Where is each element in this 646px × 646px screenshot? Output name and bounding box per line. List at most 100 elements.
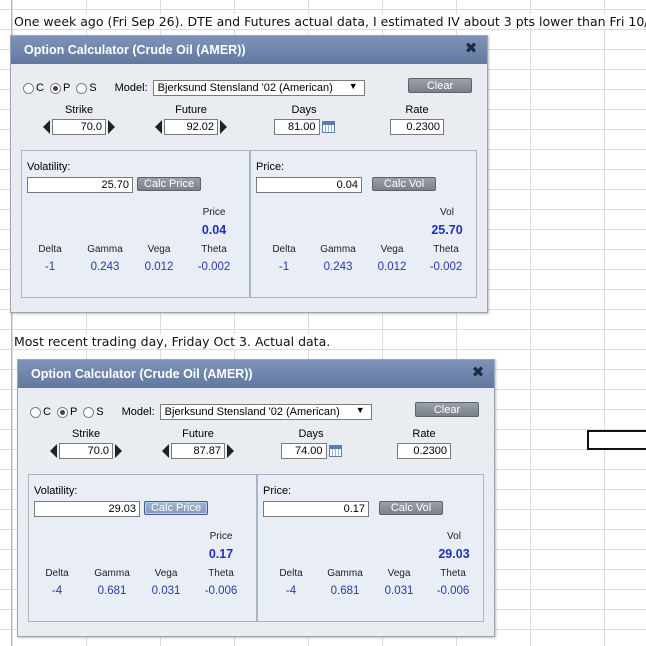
calendar-icon[interactable] <box>321 121 335 134</box>
clear-button[interactable]: Clear <box>415 402 479 417</box>
strike-group: Strike 70.0 <box>39 104 119 135</box>
right-vega-heading: Vega <box>387 568 411 579</box>
chevron-down-icon: ▼ <box>355 405 365 415</box>
volatility-panel: Volatility: 25.70 Calc Price Price 0.04 … <box>21 150 250 298</box>
option-type-row: C P S Model: Bjerksund Stensland '02 (Am… <box>23 78 477 98</box>
price-panel: Price: 0.04 Calc Vol Vol 25.70 Delta Gam… <box>250 150 477 298</box>
left-vega-heading: Vega <box>154 568 178 579</box>
days-label: Days <box>298 428 324 440</box>
left-delta-value: -4 <box>51 585 63 597</box>
rate-group: Rate 0.2300 <box>389 104 445 135</box>
strike-decrement-icon[interactable] <box>50 444 57 459</box>
volatility-panel: Volatility: 29.03 Calc Price Price 0.17 … <box>28 474 257 622</box>
radio-put-label: P <box>62 82 71 94</box>
radio-call-label: C <box>43 406 51 418</box>
calc-vol-button[interactable]: Calc Vol <box>379 501 443 515</box>
strike-input[interactable]: 70.0 <box>52 119 106 135</box>
selected-cell[interactable] <box>587 430 646 450</box>
rate-input[interactable]: 0.2300 <box>397 443 451 459</box>
calc-price-button[interactable]: Calc Price <box>137 177 201 191</box>
rate-group: Rate 0.2300 <box>396 428 452 459</box>
strike-group: Strike 70.0 <box>46 428 126 459</box>
radio-straddle[interactable] <box>83 406 95 418</box>
rate-label: Rate <box>412 428 436 440</box>
strike-increment-icon[interactable] <box>115 444 122 459</box>
radio-put[interactable] <box>49 82 61 94</box>
model-select[interactable]: Bjerksund Stensland '02 (American) ▼ <box>159 404 372 420</box>
radio-straddle-label: S <box>89 82 97 94</box>
model-select-value: Bjerksund Stensland '02 (American) <box>157 82 333 94</box>
option-calculator-dialog-sep26[interactable]: Option Calculator (Crude Oil (AMER)) ✖ C… <box>10 35 488 313</box>
model-label: Model: <box>114 82 148 94</box>
rate-input[interactable]: 0.2300 <box>390 119 444 135</box>
radio-straddle[interactable] <box>76 82 88 94</box>
future-decrement-icon[interactable] <box>155 120 162 135</box>
right-theta-value: -0.006 <box>436 585 470 597</box>
volatility-input[interactable]: 25.70 <box>27 177 133 193</box>
calendar-icon[interactable] <box>328 445 342 458</box>
left-gamma-value: 0.243 <box>90 261 120 273</box>
result-price-value: 0.17 <box>208 547 234 561</box>
model-label: Model: <box>121 406 155 418</box>
volatility-label: Volatility: <box>27 161 71 173</box>
model-select-value: Bjerksund Stensland '02 (American) <box>164 406 340 418</box>
price-label: Price: <box>263 485 292 497</box>
radio-call[interactable] <box>23 82 34 94</box>
left-gamma-value: 0.681 <box>97 585 127 597</box>
days-input[interactable]: 74.00 <box>280 443 327 459</box>
future-increment-icon[interactable] <box>220 120 227 135</box>
price-input[interactable]: 0.04 <box>256 177 362 193</box>
future-decrement-icon[interactable] <box>162 444 169 459</box>
calc-vol-button[interactable]: Calc Vol <box>372 177 436 191</box>
left-vega-heading: Vega <box>147 244 171 255</box>
rate-label: Rate <box>405 104 429 116</box>
option-type-row: C P S Model: Bjerksund Stensland '02 (Am… <box>30 402 484 422</box>
left-vega-value: 0.012 <box>144 261 174 273</box>
right-vega-heading: Vega <box>380 244 404 255</box>
future-input[interactable]: 92.02 <box>164 119 218 135</box>
left-gamma-heading: Gamma <box>94 568 130 579</box>
radio-straddle-label: S <box>96 406 104 418</box>
parameters-row: Strike 70.0 Future 87.87 Days 74.00 Rate… <box>18 428 494 468</box>
future-input[interactable]: 87.87 <box>171 443 225 459</box>
right-delta-heading: Delta <box>279 568 303 579</box>
volatility-label: Volatility: <box>34 485 78 497</box>
left-gamma-heading: Gamma <box>87 244 123 255</box>
price-input[interactable]: 0.17 <box>263 501 369 517</box>
right-gamma-heading: Gamma <box>327 568 363 579</box>
future-increment-icon[interactable] <box>227 444 234 459</box>
strike-input[interactable]: 70.0 <box>59 443 113 459</box>
price-label: Price: <box>256 161 285 173</box>
future-group: Future 92.02 <box>151 104 231 135</box>
right-gamma-heading: Gamma <box>320 244 356 255</box>
right-gamma-value: 0.243 <box>323 261 353 273</box>
left-delta-heading: Delta <box>45 568 69 579</box>
days-input[interactable]: 81.00 <box>273 119 320 135</box>
note-one-week-ago: One week ago (Fri Sep 26). DTE and Futur… <box>14 14 646 29</box>
clear-button[interactable]: Clear <box>408 78 472 93</box>
radio-call[interactable] <box>30 406 41 418</box>
calc-price-button[interactable]: Calc Price <box>144 501 208 515</box>
right-delta-value: -1 <box>278 261 290 273</box>
parameters-row: Strike 70.0 Future 92.02 Days 81.00 Rate… <box>11 104 487 144</box>
radio-put[interactable] <box>56 406 68 418</box>
days-group: Days 74.00 <box>274 428 348 459</box>
left-vega-value: 0.031 <box>151 585 181 597</box>
strike-increment-icon[interactable] <box>108 120 115 135</box>
note-most-recent: Most recent trading day, Friday Oct 3. A… <box>14 334 335 349</box>
left-theta-heading: Theta <box>208 568 234 579</box>
result-vol-heading: Vol <box>440 207 454 218</box>
strike-decrement-icon[interactable] <box>43 120 50 135</box>
result-vol-heading: Vol <box>447 531 461 542</box>
close-icon[interactable]: ✖ <box>471 365 485 380</box>
strike-label: Strike <box>71 428 101 440</box>
close-icon[interactable]: ✖ <box>464 41 478 56</box>
right-delta-heading: Delta <box>272 244 296 255</box>
dialog-titlebar[interactable]: Option Calculator (Crude Oil (AMER)) ✖ <box>18 360 494 388</box>
left-theta-value: -0.006 <box>204 585 238 597</box>
right-gamma-value: 0.681 <box>330 585 360 597</box>
model-select[interactable]: Bjerksund Stensland '02 (American) ▼ <box>152 80 365 96</box>
dialog-titlebar[interactable]: Option Calculator (Crude Oil (AMER)) ✖ <box>11 36 487 64</box>
volatility-input[interactable]: 29.03 <box>34 501 140 517</box>
option-calculator-dialog-oct3[interactable]: Option Calculator (Crude Oil (AMER)) ✖ C… <box>17 359 495 637</box>
